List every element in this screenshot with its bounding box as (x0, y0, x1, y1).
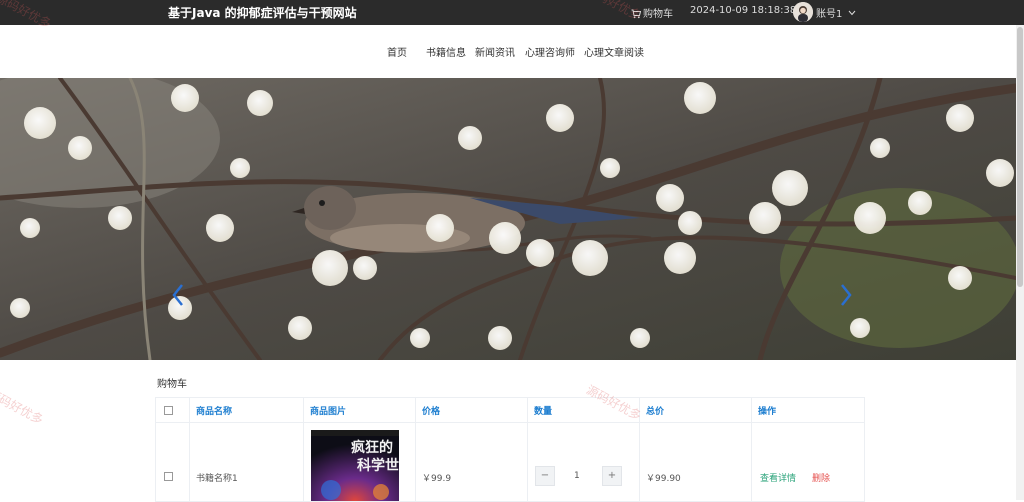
row-checkbox[interactable] (164, 472, 173, 481)
nav-item-counselors[interactable]: 心理咨询师 (525, 44, 575, 59)
main-nav: 首页 书籍信息 新闻资讯 心理咨询师 心理文章阅读 (0, 25, 1016, 78)
nav-item-news[interactable]: 新闻资讯 (475, 44, 515, 59)
chevron-down-icon (848, 10, 855, 16)
banner-carousel[interactable] (0, 78, 1016, 360)
svg-text:科学世界: 科学世界 (357, 457, 399, 474)
column-header-actions: 操作 (758, 407, 777, 417)
cart-icon (631, 9, 642, 19)
avatar-image (793, 2, 813, 22)
column-header-price: 价格 (422, 407, 441, 417)
column-header-image: 商品图片 (310, 407, 347, 417)
banner-image (0, 78, 1016, 360)
table-header: 商品名称 商品图片 价格 数量 总价 操作 (156, 398, 864, 423)
carousel-prev-arrow-icon[interactable] (170, 283, 186, 307)
watermark: 源码好优多 (0, 386, 46, 428)
site-title: 基于Java 的抑郁症评估与干预网站 (168, 6, 357, 20)
svg-text:疯狂的: 疯狂的 (351, 439, 393, 456)
carousel-next-arrow-icon[interactable] (838, 283, 854, 307)
column-header-total: 总价 (646, 407, 665, 417)
nav-item-articles[interactable]: 心理文章阅读 (584, 44, 644, 59)
view-details-link[interactable]: 查看详情 (760, 471, 796, 484)
cart-link-label: 购物车 (643, 9, 673, 20)
column-header-name: 商品名称 (196, 407, 233, 417)
account-menu[interactable]: 账号1 (816, 5, 856, 20)
cart-link[interactable]: 购物车 (631, 5, 673, 20)
column-header-quantity: 数量 (534, 407, 553, 417)
nav-item-books[interactable]: 书籍信息 (426, 44, 466, 59)
book-price: ￥99.9 (422, 474, 452, 484)
cart-table: 商品名称 商品图片 价格 数量 总价 操作 书籍名称1 疯狂的 科学世界 (155, 397, 865, 502)
book-name: 书籍名称1 (196, 474, 238, 484)
quantity-value[interactable]: 1 (574, 471, 580, 481)
avatar[interactable] (793, 2, 813, 22)
top-bar: 基于Java 的抑郁症评估与干预网站 购物车 2024-10-09 18:18:… (0, 0, 1024, 25)
row-total: ￥99.90 (646, 474, 681, 484)
quantity-increase-button[interactable]: + (602, 466, 622, 486)
delete-link[interactable]: 删除 (812, 471, 830, 484)
book-cover-image[interactable]: 疯狂的 科学世界 (311, 430, 399, 501)
current-datetime: 2024-10-09 18:18:38 (690, 5, 797, 16)
nav-item-home[interactable]: 首页 (387, 44, 407, 59)
account-label: 账号1 (816, 9, 843, 20)
quantity-decrease-button[interactable]: − (535, 466, 555, 486)
cart-heading: 购物车 (157, 379, 187, 390)
page-scrollbar[interactable] (1016, 25, 1024, 500)
select-all-checkbox[interactable] (164, 406, 173, 415)
scrollbar-thumb[interactable] (1017, 27, 1023, 287)
